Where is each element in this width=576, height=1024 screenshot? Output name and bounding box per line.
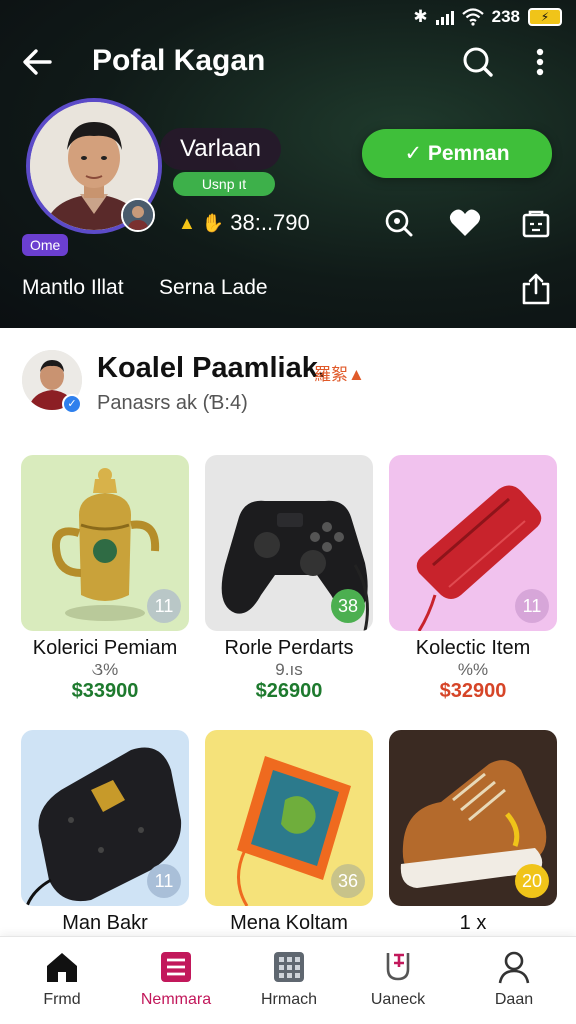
product-title: Mena Koltam (230, 912, 348, 934)
home-icon (47, 953, 77, 982)
points-row: ▲ ✋ 38:..790 (178, 210, 310, 236)
seller-tag: 羅絮▲ (314, 365, 365, 384)
hand-icon: ✋ (201, 212, 225, 233)
product-image[interactable]: 36 (205, 730, 373, 906)
product-meta: %% (457, 660, 489, 679)
quantity-badge: 11 (147, 589, 181, 623)
quantity-badge: 36 (331, 864, 365, 898)
product-title: Rorle Perdarts (224, 637, 354, 659)
share-icon[interactable] (520, 272, 552, 306)
nav-item-profile[interactable]: Daan (464, 949, 564, 1009)
nav-label: Uaneck (370, 991, 426, 1008)
profile-header: ✱ 238 ⚡ Pofal Kagan Ome Varlaan Usnp ıt … (0, 0, 576, 328)
product-price: $26900 (255, 680, 323, 702)
list-icon (161, 952, 191, 982)
nav-item-uaneck[interactable]: Uaneck (348, 949, 448, 1009)
nav-label: Nemmara (140, 991, 212, 1008)
person-thumbnail-icon (123, 200, 153, 230)
upgrade-button[interactable]: Usnp ıt (173, 172, 275, 196)
product-image[interactable]: 20 (389, 730, 557, 906)
product-title: 1 x (459, 912, 487, 934)
more-options-icon[interactable] (526, 44, 554, 80)
nav-label: Daan (494, 991, 534, 1008)
wifi-icon (461, 8, 484, 26)
product-card[interactable]: 20 1 x (389, 730, 557, 935)
product-title: Kolerici Pemiam (32, 637, 178, 659)
quantity-badge: 11 (515, 589, 549, 623)
scale-icon (386, 953, 410, 981)
heart-icon[interactable] (448, 206, 482, 240)
quantity-badge: 11 (147, 864, 181, 898)
keypad-icon (274, 952, 304, 982)
person-icon (498, 951, 530, 984)
search-icon[interactable] (460, 44, 496, 80)
product-card[interactable]: 36 Mena Koltam (205, 730, 373, 935)
premium-button[interactable]: ✓ Pemnan (362, 129, 552, 178)
profile-name: Varlaan (160, 128, 281, 170)
product-meta: 9.ıs (275, 660, 303, 679)
product-title: Man Bakr (62, 912, 148, 934)
signal-icon (435, 9, 454, 25)
product-meta: ૩% (91, 660, 119, 679)
secondary-avatar (121, 198, 155, 232)
product-title: Kolectic Item (415, 637, 531, 659)
product-image[interactable]: 38 (205, 455, 373, 631)
quantity-badge: 38 (331, 589, 365, 623)
tab-serna-lade[interactable]: Serna Lade (159, 276, 268, 300)
product-image[interactable]: 11 (21, 730, 189, 906)
points-value: 38:..790 (230, 210, 310, 235)
seller-subtitle: Panasrs ak (Ɓ:4) (97, 392, 248, 414)
tab-mantlo-illat[interactable]: Mantlo Illat (22, 276, 124, 300)
product-image[interactable]: 11 (21, 455, 189, 631)
verified-badge-icon: ✓ (62, 394, 82, 414)
nav-item-nemmara[interactable]: Nemmara (126, 949, 226, 1009)
product-price: $32900 (439, 680, 507, 702)
product-card[interactable]: 11 Kolectic Item %% $32900 (389, 455, 557, 703)
coin-icon: ▲ (178, 212, 196, 233)
status-bar: ✱ 238 ⚡ (413, 6, 562, 28)
product-card[interactable]: 38 Rorle Perdarts 9.ıs $26900 (205, 455, 373, 703)
status-time: 238 (491, 7, 520, 26)
top-app-bar: Pofal Kagan (0, 40, 576, 84)
product-price: $33900 (71, 680, 139, 702)
product-card[interactable]: 11 Man Bakr (21, 730, 189, 935)
bottom-navigation: Frmd Nemmara Hrmach Uaneck Daan (0, 936, 576, 1024)
bag-icon[interactable] (519, 206, 553, 240)
quantity-badge: 20 (515, 864, 549, 898)
product-card[interactable]: 11 Kolerici Pemiam ૩% $33900 (21, 455, 189, 703)
online-status-badge: Ome (22, 234, 69, 256)
nav-item-home[interactable]: Frmd (12, 949, 112, 1009)
back-arrow-icon[interactable] (20, 44, 56, 80)
page-title: Pofal Kagan (92, 44, 266, 77)
product-image[interactable]: 11 (389, 455, 557, 631)
search-user-icon[interactable] (382, 206, 416, 240)
nav-label: Frmd (43, 991, 81, 1008)
seller-name: Koalel Paamliak. (97, 352, 326, 384)
bluetooth-icon: ✱ (413, 7, 428, 26)
nav-label: Hrmach (260, 991, 317, 1008)
battery-icon: ⚡ (528, 8, 562, 26)
nav-item-hrmach[interactable]: Hrmach (239, 949, 339, 1009)
